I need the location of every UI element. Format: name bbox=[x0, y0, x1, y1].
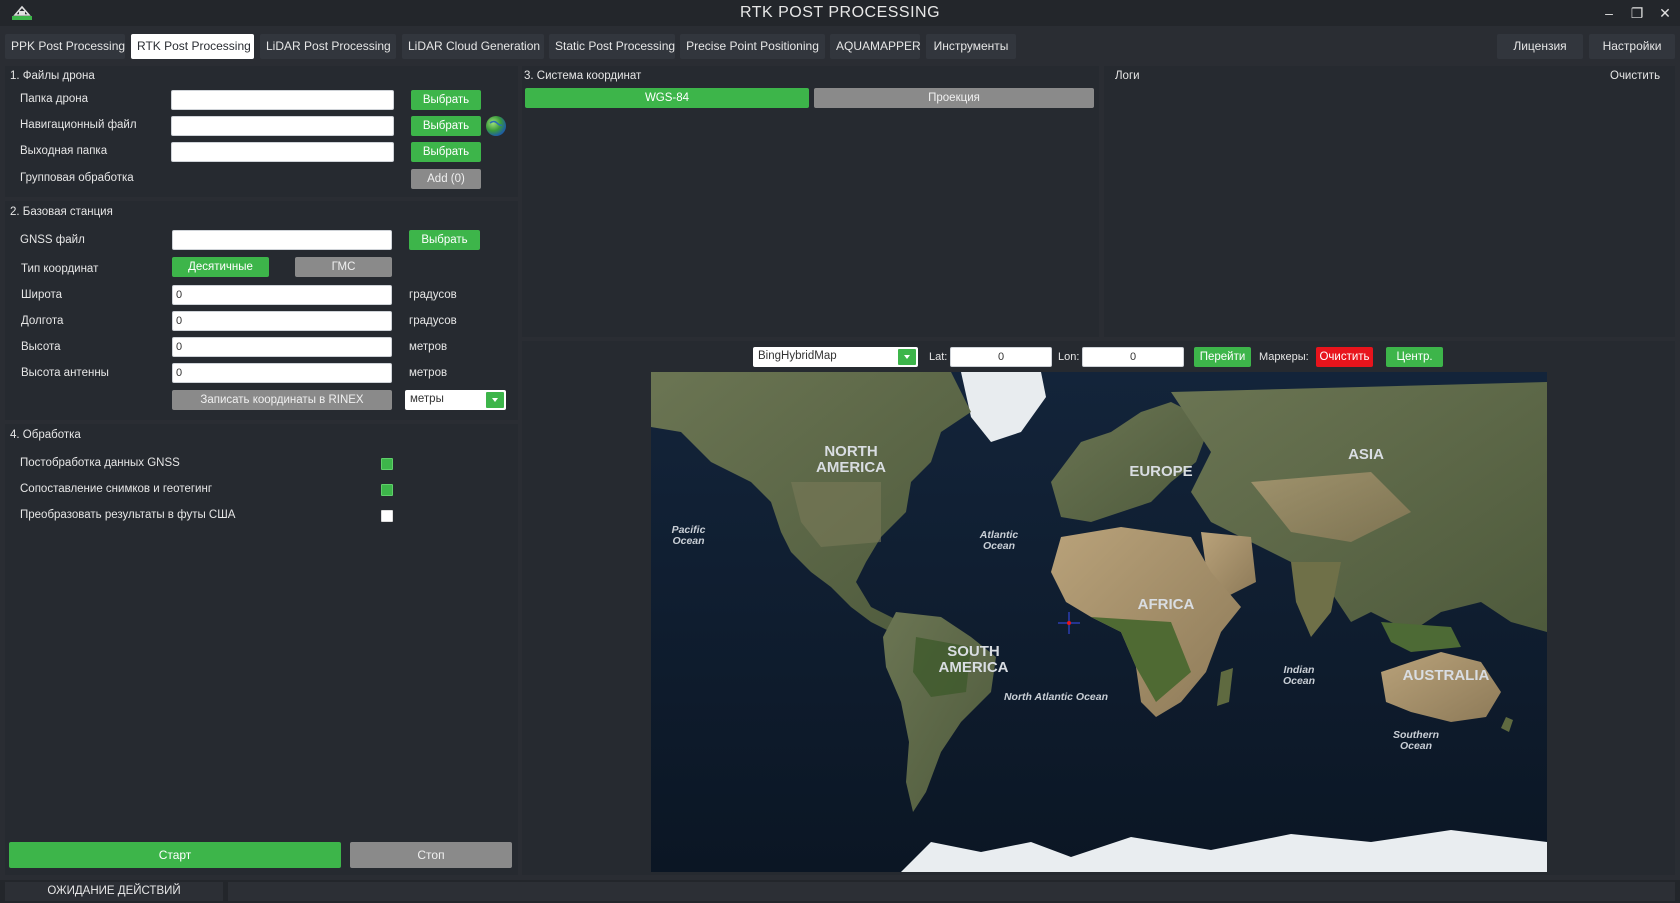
gnss-file-input[interactable] bbox=[172, 230, 392, 250]
minimize-button[interactable]: – bbox=[1597, 3, 1621, 23]
tab-ppk[interactable]: PPK Post Processing bbox=[5, 34, 125, 59]
coord-dms-button[interactable]: ГМС bbox=[295, 257, 392, 277]
option-usft-label: Преобразовать результаты в футы США bbox=[20, 509, 236, 521]
map-label-europe: EUROPE bbox=[1129, 463, 1193, 480]
tab-tools[interactable]: Инструменты bbox=[926, 34, 1016, 59]
drone-folder-input[interactable] bbox=[171, 90, 394, 110]
lat-input[interactable]: 0 bbox=[950, 347, 1052, 367]
batch-label: Групповая обработка bbox=[20, 172, 134, 184]
tab-lidar-cloud[interactable]: LiDAR Cloud Generation bbox=[402, 34, 544, 59]
map-label-asia: ASIA bbox=[1348, 446, 1384, 463]
map-type-select[interactable]: BingHybridMap bbox=[753, 347, 918, 367]
output-folder-label: Выходная папка bbox=[20, 145, 108, 157]
latitude-label: Широта bbox=[21, 289, 63, 301]
output-folder-browse-button[interactable]: Выбрать bbox=[411, 142, 481, 162]
nav-file-input[interactable] bbox=[171, 116, 394, 136]
map-type-value: BingHybridMap bbox=[758, 350, 837, 362]
latitude-unit: градусов bbox=[409, 289, 457, 301]
height-unit: метров bbox=[409, 341, 448, 353]
units-select-value: метры bbox=[410, 393, 444, 405]
output-folder-input[interactable] bbox=[171, 142, 394, 162]
lat-label: Lat: bbox=[929, 351, 948, 363]
height-input[interactable]: 0 bbox=[172, 337, 392, 357]
antenna-height-input[interactable]: 0 bbox=[172, 363, 392, 383]
map-label-indian: Indian Ocean bbox=[1282, 664, 1316, 688]
write-rinex-button[interactable]: Записать координаты в RINEX bbox=[172, 390, 392, 410]
batch-add-button[interactable]: Add (0) bbox=[411, 169, 481, 189]
drone-files-title: 1. Файлы дрона bbox=[10, 70, 95, 82]
markers-clear-button[interactable]: Очистить bbox=[1316, 347, 1373, 367]
antenna-height-unit: метров bbox=[409, 367, 448, 379]
restore-button[interactable]: ❐ bbox=[1625, 3, 1649, 23]
map-label-pacific: Pacific Ocean bbox=[671, 524, 706, 548]
map-label-south-america: SOUTH AMERICA bbox=[938, 643, 1009, 676]
map-label-australia: AUSTRALIA bbox=[1402, 667, 1490, 684]
projection-button[interactable]: Проекция bbox=[814, 88, 1094, 108]
markers-label: Маркеры: bbox=[1259, 351, 1309, 363]
stop-button[interactable]: Стоп bbox=[350, 842, 512, 868]
chevron-down-icon[interactable] bbox=[486, 392, 504, 408]
map-label-north-atlantic: North Atlantic Ocean bbox=[1003, 691, 1109, 703]
processing-title: 4. Обработка bbox=[10, 429, 81, 441]
status-text: ОЖИДАНИЕ ДЕЙСТВИЙ bbox=[47, 885, 181, 897]
start-button[interactable]: Старт bbox=[9, 842, 341, 868]
tab-settings[interactable]: Настройки bbox=[1589, 34, 1675, 59]
nav-file-browse-button[interactable]: Выбрать bbox=[411, 116, 481, 136]
option-geotag-label: Сопоставление снимков и геотегинг bbox=[20, 483, 213, 495]
coord-system-title: 3. Система координат bbox=[524, 70, 642, 82]
window-title: RTK POST PROCESSING bbox=[739, 4, 941, 21]
logs-clear-button[interactable]: Очистить bbox=[1610, 70, 1660, 82]
units-select[interactable]: метры bbox=[405, 390, 506, 410]
map-center-button[interactable]: Центр. bbox=[1386, 347, 1443, 367]
gnss-file-label: GNSS файл bbox=[20, 234, 85, 246]
nav-file-label: Навигационный файл bbox=[20, 119, 137, 131]
base-station-title: 2. Базовая станция bbox=[10, 206, 113, 218]
tab-static[interactable]: Static Post Processing bbox=[549, 34, 675, 59]
map-go-button[interactable]: Перейти bbox=[1194, 347, 1251, 367]
tab-lidar-post[interactable]: LiDAR Post Processing bbox=[260, 34, 396, 59]
gnss-file-browse-button[interactable]: Выбрать bbox=[409, 230, 480, 250]
lon-input[interactable]: 0 bbox=[1082, 347, 1184, 367]
globe-icon[interactable] bbox=[485, 115, 507, 137]
map-label-north-america: NORTH AMERICA bbox=[816, 443, 886, 476]
world-map[interactable]: NORTH AMERICA EUROPE ASIA AFRICA SOUTH A… bbox=[651, 372, 1547, 872]
option-geotag-checkbox[interactable] bbox=[381, 484, 393, 496]
coord-type-label: Тип координат bbox=[21, 263, 99, 275]
drone-folder-browse-button[interactable]: Выбрать bbox=[411, 90, 481, 110]
longitude-unit: градусов bbox=[409, 315, 457, 327]
world-map-canvas bbox=[651, 372, 1547, 872]
option-usft-checkbox[interactable] bbox=[381, 510, 393, 522]
tab-ppp[interactable]: Precise Point Positioning bbox=[680, 34, 825, 59]
antenna-height-label: Высота антенны bbox=[21, 367, 109, 379]
tab-aquamapper[interactable]: AQUAMAPPER bbox=[830, 34, 921, 59]
drone-folder-label: Папка дрона bbox=[20, 93, 89, 105]
status-message-area bbox=[228, 882, 1675, 901]
tab-license[interactable]: Лицензия bbox=[1497, 34, 1583, 59]
latitude-input[interactable]: 0 bbox=[172, 285, 392, 305]
longitude-input[interactable]: 0 bbox=[172, 311, 392, 331]
wgs84-button[interactable]: WGS-84 bbox=[525, 88, 809, 108]
tab-rtk[interactable]: RTK Post Processing bbox=[131, 34, 254, 59]
logs-panel bbox=[1104, 66, 1675, 337]
map-label-southern: Southern Ocean bbox=[1392, 729, 1440, 753]
chevron-down-icon[interactable] bbox=[898, 349, 916, 365]
lon-label: Lon: bbox=[1058, 351, 1080, 363]
map-label-atlantic: Atlantic Ocean bbox=[979, 529, 1019, 553]
option-gnss-label: Постобработка данных GNSS bbox=[20, 457, 180, 469]
height-label: Высота bbox=[21, 341, 61, 353]
coord-decimal-button[interactable]: Десятичные bbox=[172, 257, 269, 277]
close-button[interactable]: ✕ bbox=[1653, 3, 1677, 23]
map-label-africa: AFRICA bbox=[1137, 596, 1195, 613]
option-gnss-checkbox[interactable] bbox=[381, 458, 393, 470]
logs-title: Логи bbox=[1115, 70, 1140, 82]
longitude-label: Долгота bbox=[21, 315, 64, 327]
